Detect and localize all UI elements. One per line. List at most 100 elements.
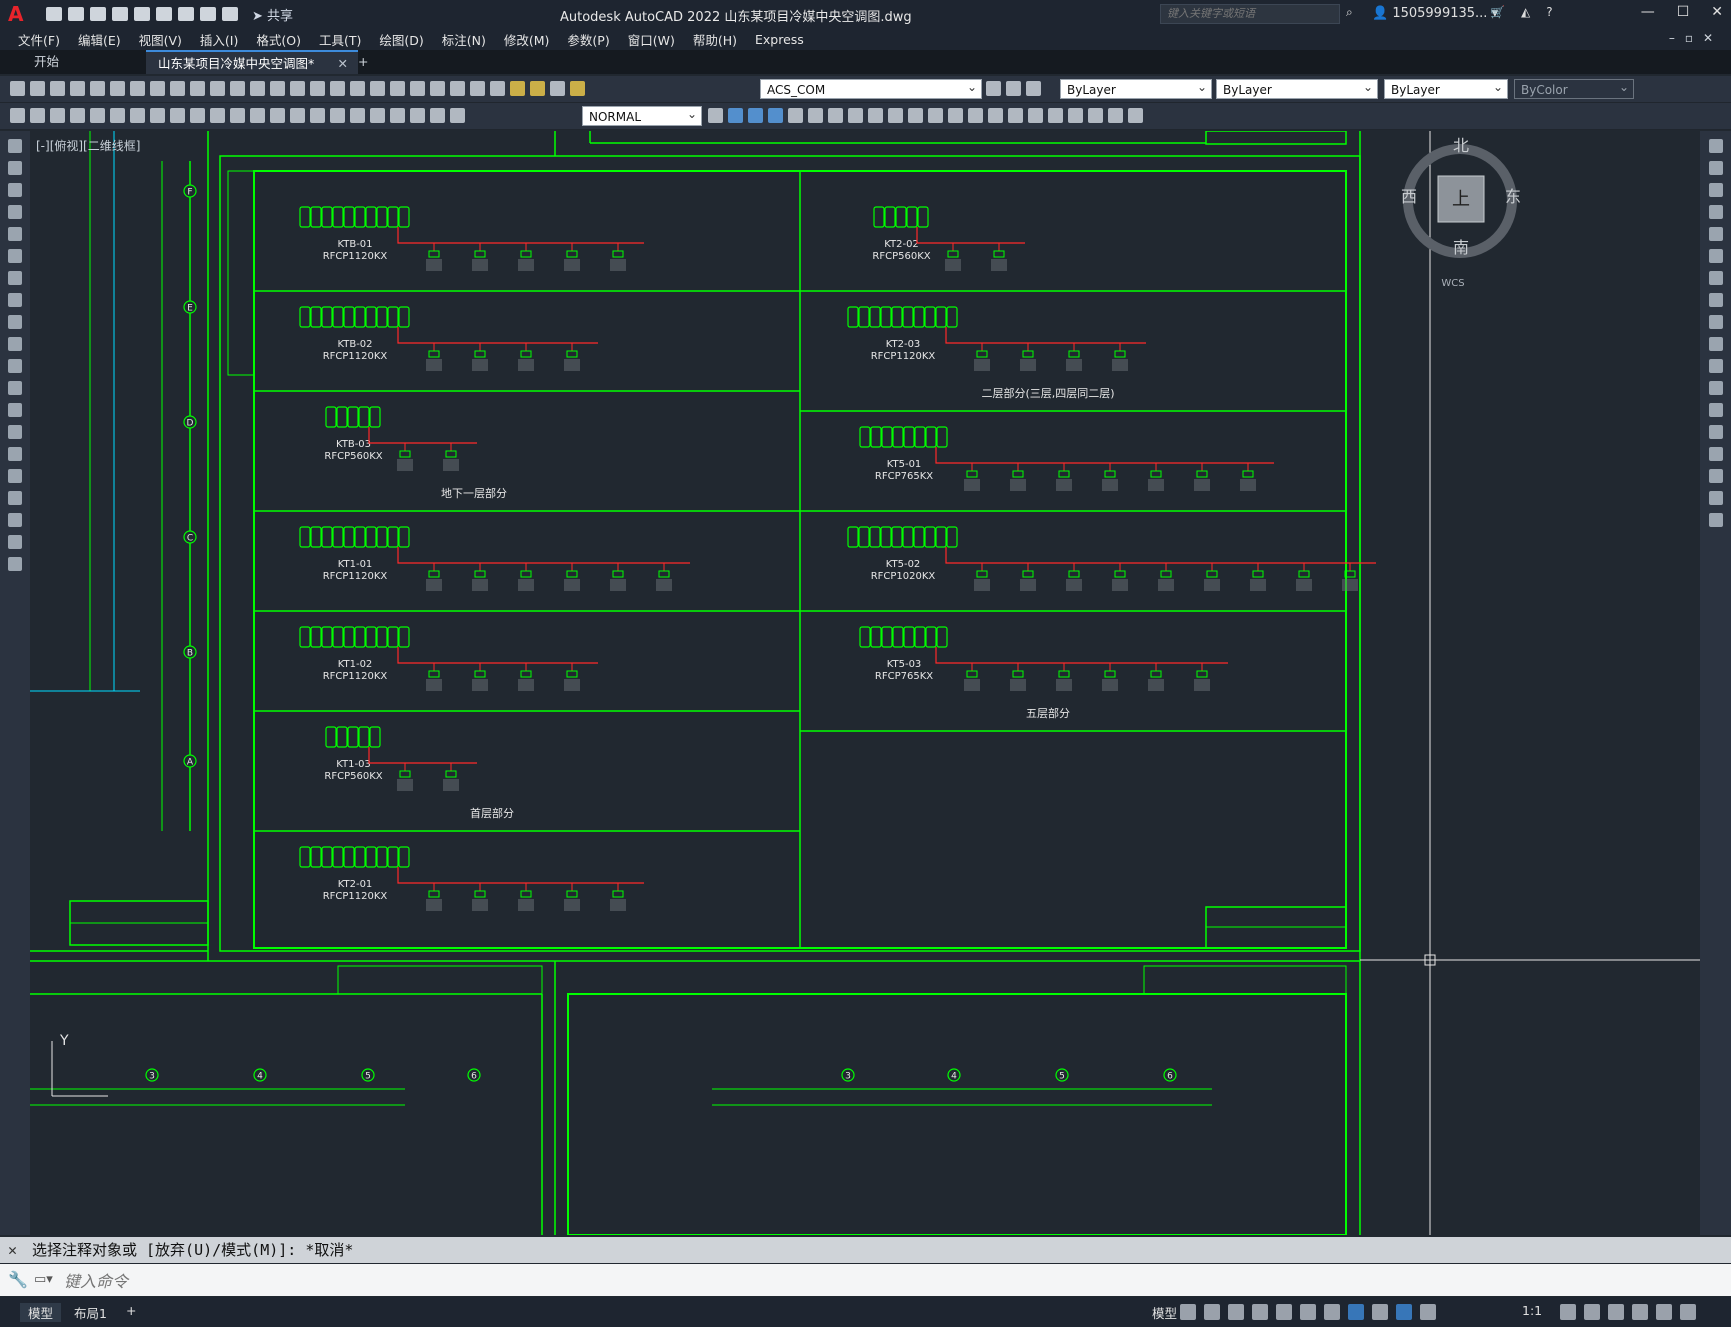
save-icon[interactable]	[90, 7, 106, 21]
markup-icon[interactable]	[430, 81, 445, 96]
viewcube-north[interactable]: 北	[1453, 136, 1469, 155]
workspace-gear-icon[interactable]	[1560, 1304, 1576, 1320]
redo-tb-icon[interactable]	[250, 81, 265, 96]
match-properties-icon[interactable]	[210, 81, 225, 96]
line-icon[interactable]	[8, 139, 22, 153]
dim-update-icon[interactable]	[450, 108, 465, 123]
construction-line-icon[interactable]	[8, 161, 22, 175]
layer-state-icon[interactable]	[1026, 81, 1041, 96]
save-tb-icon[interactable]	[50, 81, 65, 96]
hardware-acceleration-icon[interactable]	[1632, 1304, 1648, 1320]
polygon-icon[interactable]	[8, 205, 22, 219]
make-block-icon[interactable]	[8, 403, 22, 417]
design-center-icon[interactable]	[370, 81, 385, 96]
diameter-dim-icon[interactable]	[190, 108, 205, 123]
continue-dim-icon[interactable]	[270, 108, 285, 123]
layer-lock-icon[interactable]	[570, 81, 585, 96]
region-icon[interactable]	[8, 491, 22, 505]
open-icon[interactable]	[30, 81, 45, 96]
chamfer-icon[interactable]	[1709, 447, 1723, 461]
linear-dim-icon[interactable]	[70, 108, 85, 123]
menu-parametric[interactable]: 参数(P)	[567, 30, 609, 49]
print-icon[interactable]	[178, 7, 194, 21]
circle-icon[interactable]	[8, 271, 22, 285]
open-file-icon[interactable]	[68, 7, 84, 21]
jogged-linear-icon[interactable]	[390, 108, 405, 123]
stretch-icon[interactable]	[1709, 315, 1723, 329]
undo-icon[interactable]	[200, 7, 216, 21]
cart-icon[interactable]: 🛒	[1490, 5, 1505, 19]
tab-layout1[interactable]: 布局1	[74, 1303, 107, 1322]
menu-modify[interactable]: 修改(M)	[504, 30, 550, 49]
rotate-icon[interactable]	[1709, 271, 1723, 285]
viewcube-west[interactable]: 西	[1401, 187, 1417, 206]
scale-tb-icon[interactable]	[908, 108, 923, 123]
layer-viewport-icon[interactable]	[550, 81, 565, 96]
wcs-menu[interactable]: WCS	[1441, 278, 1464, 289]
copy-icon[interactable]	[170, 81, 185, 96]
snap-toggle-icon[interactable]	[1204, 1304, 1220, 1320]
annotation-visibility-icon[interactable]	[1396, 1304, 1412, 1320]
ellipse-icon[interactable]	[8, 337, 22, 351]
viewport-controls[interactable]: [-][俯视][二维线框]	[36, 137, 140, 154]
color-dropdown[interactable]: ByLayer	[1060, 77, 1212, 99]
trim-tb-icon[interactable]	[948, 108, 963, 123]
baseline-dim-icon[interactable]	[250, 108, 265, 123]
menu-dimension[interactable]: 标注(N)	[442, 30, 486, 49]
export-icon[interactable]	[156, 7, 172, 21]
annotation-scale[interactable]: 1:1	[1522, 1303, 1542, 1318]
menu-help[interactable]: 帮助(H)	[693, 30, 737, 49]
tab-start[interactable]: 开始	[22, 50, 142, 74]
offset-tb-icon[interactable]	[828, 108, 843, 123]
plot-preview-icon[interactable]	[90, 81, 105, 96]
spline-icon[interactable]	[8, 315, 22, 329]
menu-view[interactable]: 视图(V)	[139, 30, 182, 49]
help-tb-icon[interactable]	[470, 81, 485, 96]
dimstyle-dropdown[interactable]: NORMAL	[582, 104, 702, 126]
zoom-realtime-icon[interactable]	[290, 81, 305, 96]
qnew-icon[interactable]	[10, 81, 25, 96]
jogged-dim-icon[interactable]	[170, 108, 185, 123]
command-input[interactable]	[62, 1268, 1666, 1294]
search-input[interactable]	[1160, 4, 1340, 24]
offset-icon[interactable]	[1709, 205, 1723, 219]
insert-block-icon[interactable]	[8, 381, 22, 395]
draw-order-front-icon[interactable]	[728, 108, 743, 123]
dim-space-icon[interactable]	[290, 108, 305, 123]
dimstyle-manager-icon[interactable]	[708, 108, 723, 123]
user-account[interactable]: 👤 1505999135... ▾	[1372, 6, 1498, 21]
lineweight-dropdown[interactable]: ByLayer	[1384, 77, 1508, 99]
copy-object-icon[interactable]	[1709, 161, 1723, 175]
trim-icon[interactable]	[1709, 337, 1723, 351]
paste-icon[interactable]	[190, 81, 205, 96]
arc-icon[interactable]	[8, 249, 22, 263]
tolerance-icon[interactable]	[330, 108, 345, 123]
block-icon[interactable]	[10, 108, 25, 123]
plotstyle-dropdown[interactable]: ByColor	[1514, 77, 1634, 99]
ortho-toggle-icon[interactable]	[1228, 1304, 1244, 1320]
isodraft-icon[interactable]	[1276, 1304, 1292, 1320]
layer-on-icon[interactable]	[510, 81, 525, 96]
customize-icon[interactable]: 🔧	[8, 1264, 28, 1296]
minimize-button[interactable]: —	[1641, 4, 1655, 20]
arc-length-dim-icon[interactable]	[110, 108, 125, 123]
add-selected-icon[interactable]	[8, 557, 22, 571]
block-edit-icon[interactable]	[30, 108, 45, 123]
explode-tb-icon[interactable]	[1068, 108, 1083, 123]
radius-dim-icon[interactable]	[150, 108, 165, 123]
save-as-icon[interactable]	[112, 7, 128, 21]
rectangle-icon[interactable]	[8, 227, 22, 241]
join-icon[interactable]	[1709, 425, 1723, 439]
clean-screen-icon[interactable]	[1656, 1304, 1672, 1320]
join-tb-icon[interactable]	[1008, 108, 1023, 123]
drawing-canvas[interactable]: [-][俯视][二维线框] 上 北 南 东 西 WCS Y 地下一层部分 首层部…	[30, 131, 1700, 1235]
draw-order-back-icon[interactable]	[748, 108, 763, 123]
help-icon[interactable]: ?	[1546, 5, 1552, 19]
document-window-controls[interactable]: –▫✕	[1669, 31, 1723, 45]
close-button[interactable]: ✕	[1711, 4, 1723, 20]
gradient-icon[interactable]	[8, 469, 22, 483]
properties-icon[interactable]	[350, 81, 365, 96]
import-icon[interactable]	[134, 7, 150, 21]
publish-icon[interactable]	[110, 81, 125, 96]
autodesk-app-icon[interactable]: ◭	[1521, 5, 1530, 19]
